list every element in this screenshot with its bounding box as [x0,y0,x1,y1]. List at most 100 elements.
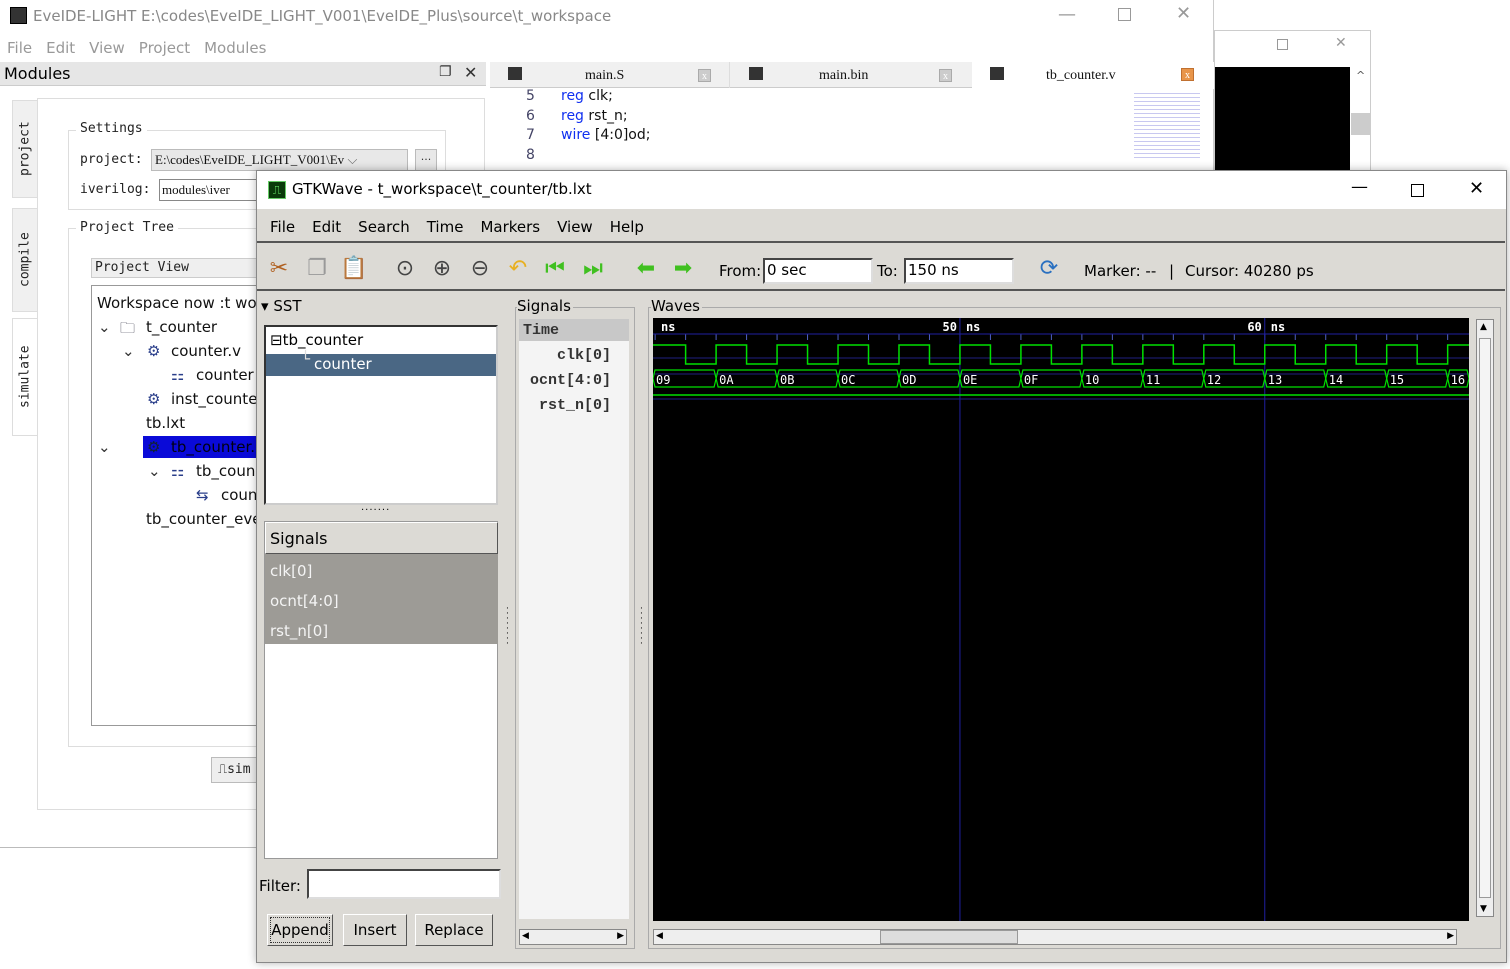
zoom-out-icon[interactable]: ⊖ [466,255,494,283]
menu-bar: File Edit Search Time Markers View Help [257,211,1505,243]
pane-handle[interactable]: · · · · · · · · [506,605,510,649]
go-to-start-icon[interactable]: ⏮ [541,255,569,283]
tree-item[interactable]: coun [221,486,257,504]
go-to-end-icon[interactable]: ⏭ [579,255,607,283]
paste-icon[interactable]: 📋 [340,255,368,283]
tab-main-bin[interactable]: main.bin x [731,62,971,88]
append-button[interactable]: Append [267,914,333,946]
maximize-icon[interactable] [1411,184,1424,197]
minimize-icon[interactable]: — [1058,4,1076,25]
tab-compile[interactable]: compile [12,208,38,312]
tab-label: main.S [585,68,625,83]
sst-expander[interactable]: ▾ SST [261,297,302,315]
horizontal-scrollbar[interactable]: ◀ ▶ [519,929,627,945]
chevron-down-icon[interactable]: ⌄ [148,462,161,480]
pane-handle[interactable]: · · · · · · · · [640,605,644,649]
vertical-scrollbar[interactable]: ▲ ▼ [1476,319,1494,917]
browse-button[interactable]: ··· [415,149,437,171]
menu-search[interactable]: Search [358,218,410,236]
menu-file[interactable]: File [7,39,32,57]
terminal-output [1215,67,1350,172]
menu-edit[interactable]: Edit [312,218,341,236]
reload-icon[interactable]: ⟳ [1035,255,1063,283]
float-icon[interactable]: ❐ [439,64,452,80]
code-text: clk; [583,88,613,104]
menu-file[interactable]: File [270,218,295,236]
ocnt-value-label: 0B [780,373,794,387]
signal-item[interactable]: ocnt[4:0] [270,592,339,610]
close-icon[interactable]: ✕ [1176,3,1191,24]
tree-item[interactable]: tb.lxt [146,414,185,432]
tree-item[interactable]: counter.v [171,342,241,360]
forward-arrow-icon[interactable]: ➡ [669,255,697,283]
file-icon [990,67,1004,80]
maximize-icon[interactable] [1277,39,1288,50]
scrollbar-thumb[interactable] [1479,338,1491,898]
menu-help[interactable]: Help [610,218,644,236]
back-arrow-icon[interactable]: ⬅ [632,255,660,283]
gtkwave-icon: ⎍ [268,181,286,199]
chevron-down-icon[interactable]: ⌄ [98,438,111,456]
waveform-canvas[interactable]: ns 50 ns 60 ns 09 0A 0B 0C 0D 0E 0F 10 11 12 13 14 15 16 [653,318,1469,921]
line-number: 7 [526,127,535,143]
menu-project[interactable]: Project [139,39,190,57]
scrollbar-thumb[interactable] [880,930,1018,944]
signal-name[interactable]: rst_n[0] [539,397,611,414]
close-icon[interactable]: ✕ [1469,178,1484,199]
tree-item-selected[interactable]: tb_counter. [171,438,255,456]
scroll-up-icon[interactable]: ^ [1356,69,1365,82]
tab-project[interactable]: project [12,100,38,198]
close-tab-icon[interactable]: x [939,69,952,82]
minimize-icon[interactable]: — [1351,177,1368,197]
pane-handle[interactable]: ······· [361,505,390,516]
signal-name[interactable]: clk[0] [557,347,611,364]
close-tab-icon[interactable]: x [1181,68,1194,81]
close-panel-icon[interactable]: ✕ [464,63,477,82]
signal-item[interactable]: rst_n[0] [270,622,328,640]
menu-time[interactable]: Time [427,218,464,236]
tree-node-tb-counter[interactable]: ⊟tb_counter [270,331,363,349]
timeline-unit-label: ns [661,320,675,334]
iverilog-path-input[interactable]: modules\iver [159,179,259,201]
tree-item[interactable]: inst_counte [171,390,257,408]
filter-input[interactable] [307,869,501,899]
signal-item[interactable]: clk[0] [270,562,312,580]
signals-list: Signals clk[0] ocnt[4:0] rst_n[0] [264,521,498,859]
menu-view[interactable]: View [557,218,593,236]
tab-main-s[interactable]: main.S x [490,62,730,88]
scrollbar-thumb[interactable] [1351,113,1371,135]
tree-item[interactable]: tb_coun [196,462,255,480]
maximize-icon[interactable] [1118,8,1131,21]
undo-zoom-icon[interactable]: ↶ [504,255,532,283]
to-input[interactable]: 150 ns [904,258,1014,284]
minimap[interactable] [1134,90,1200,160]
chevron-down-icon[interactable]: ⌄ [98,318,111,336]
signal-name[interactable]: ocnt[4:0] [530,372,611,389]
cut-icon[interactable]: ✂ [265,255,293,283]
copy-icon[interactable]: ❐ [303,255,331,283]
menu-markers[interactable]: Markers [480,218,540,236]
toolbar: ✂ ❐ 📋 ⊙ ⊕ ⊖ ↶ ⏮ ⏭ ⬅ ➡ From: 0 sec To: 15… [257,249,1505,291]
replace-button[interactable]: Replace [415,914,493,946]
tab-tb-counter-v[interactable]: tb_counter.v x [972,62,1214,89]
insert-button[interactable]: Insert [343,914,407,946]
code-editor[interactable]: 5 reg clk; 6 reg rst_n; 7 wire [4:0]od; 8 [490,88,1130,170]
signals-column-header[interactable]: Signals [265,522,498,554]
zoom-in-icon[interactable]: ⊕ [428,255,456,283]
tree-node-counter[interactable]: └ counter [266,350,496,376]
from-input[interactable]: 0 sec [763,258,873,284]
close-tab-icon[interactable]: x [698,69,711,82]
horizontal-scrollbar[interactable]: ◀ ▶ [653,929,1457,945]
tree-item[interactable]: counter [196,366,254,384]
project-path-select[interactable]: E:\codes\EveIDE_LIGHT_V001\Ev ⌵ [151,149,408,171]
menu-edit[interactable]: Edit [46,39,75,57]
major-tick-unit: ns [1271,320,1285,334]
menu-modules[interactable]: Modules [204,39,266,57]
close-icon[interactable]: ✕ [1335,35,1347,51]
tree-item[interactable]: t_counter [146,318,217,336]
zoom-fit-icon[interactable]: ⊙ [391,255,419,283]
tab-simulate[interactable]: simulate [12,318,38,436]
chevron-down-icon[interactable]: ⌄ [122,342,135,360]
tree-item[interactable]: tb_counter_eve [146,510,260,528]
menu-view[interactable]: View [89,39,125,57]
